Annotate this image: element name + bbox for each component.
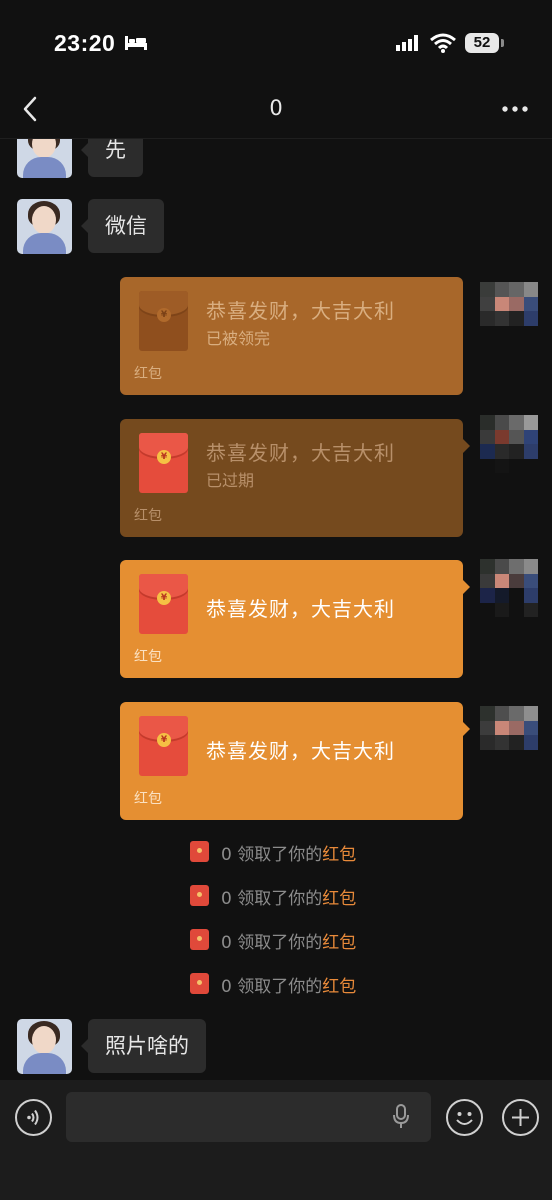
red-packet-card[interactable]: ¥ 恭喜发财，大吉大利 红包 xyxy=(120,560,470,678)
red-envelope-icon: ¥ xyxy=(139,433,188,493)
message-bubble-incoming[interactable]: 照片啥的 xyxy=(81,1019,206,1073)
red-packet-title: 恭喜发财，大吉大利 xyxy=(206,441,395,465)
voice-input-button[interactable] xyxy=(15,1099,52,1136)
signal-icon xyxy=(396,35,418,51)
back-button[interactable] xyxy=(14,92,48,126)
red-packet-card[interactable]: ¥ 恭喜发财，大吉大利 已被领完 红包 xyxy=(120,277,463,395)
emoji-button[interactable] xyxy=(446,1099,483,1136)
battery-icon: 52 xyxy=(465,33,499,53)
notice-text: 0 领取了你的 xyxy=(221,845,323,865)
red-envelope-icon: ¥ xyxy=(139,291,188,351)
notice-text: 0 领取了你的 xyxy=(221,977,323,997)
status-bar: 23:20 52 xyxy=(0,0,552,88)
red-packet-status: 已被领完 xyxy=(206,329,271,348)
input-bar xyxy=(0,1080,552,1200)
voice-wave-icon xyxy=(27,1109,39,1126)
red-packet-link[interactable]: 红包 xyxy=(322,845,356,865)
red-packet-label: 红包 xyxy=(134,649,162,665)
red-packet-status: 已过期 xyxy=(206,471,255,490)
smile-icon xyxy=(456,1112,473,1125)
bed-icon xyxy=(125,36,147,50)
user-avatar[interactable] xyxy=(480,559,538,617)
red-packet-link[interactable]: 红包 xyxy=(322,977,356,997)
red-packet-icon xyxy=(190,841,209,862)
notice-text: 0 领取了你的 xyxy=(221,889,323,909)
chat-title: 0 xyxy=(269,96,283,120)
red-envelope-icon: ¥ xyxy=(139,716,188,776)
red-packet-icon xyxy=(190,973,209,994)
red-packet-title: 恭喜发财，大吉大利 xyxy=(206,299,395,323)
nav-bar: 0 xyxy=(0,88,552,139)
microphone-icon[interactable] xyxy=(391,1104,411,1130)
red-packet-link[interactable]: 红包 xyxy=(322,889,356,909)
red-packet-icon xyxy=(190,929,209,950)
message-bubble-incoming[interactable]: 微信 xyxy=(81,199,164,253)
red-packet-card[interactable]: ¥ 恭喜发财，大吉大利 红包 xyxy=(120,702,470,820)
message-input[interactable] xyxy=(66,1092,431,1142)
red-envelope-icon: ¥ xyxy=(139,574,188,634)
message-bubble-incoming[interactable]: 先 xyxy=(81,139,143,177)
contact-avatar[interactable] xyxy=(17,199,72,254)
more-dots-icon[interactable] xyxy=(498,92,532,126)
battery-tip xyxy=(501,39,504,47)
red-packet-label: 红包 xyxy=(134,366,162,382)
notice-text: 0 领取了你的 xyxy=(221,933,323,953)
wifi-icon xyxy=(430,33,456,53)
user-avatar[interactable] xyxy=(480,282,538,340)
plus-icon xyxy=(512,1109,529,1126)
contact-avatar[interactable] xyxy=(17,139,72,178)
red-packet-label: 红包 xyxy=(134,791,162,807)
chat-area[interactable]: 先 微信 ¥ 恭喜发财，大吉大利 已被领完 红包 ¥ 恭喜发财，大吉大利 已过期… xyxy=(0,139,552,1080)
status-time: 23:20 xyxy=(54,30,116,56)
red-packet-title: 恭喜发财，大吉大利 xyxy=(206,739,395,763)
red-packet-title: 恭喜发财，大吉大利 xyxy=(206,597,395,621)
user-avatar[interactable] xyxy=(480,415,538,473)
red-packet-icon xyxy=(190,885,209,906)
red-packet-link[interactable]: 红包 xyxy=(322,933,356,953)
red-packet-card[interactable]: ¥ 恭喜发财，大吉大利 已过期 红包 xyxy=(120,419,470,537)
red-packet-label: 红包 xyxy=(134,508,162,524)
add-more-button[interactable] xyxy=(502,1099,539,1136)
user-avatar[interactable] xyxy=(480,706,538,764)
contact-avatar[interactable] xyxy=(17,1019,72,1074)
